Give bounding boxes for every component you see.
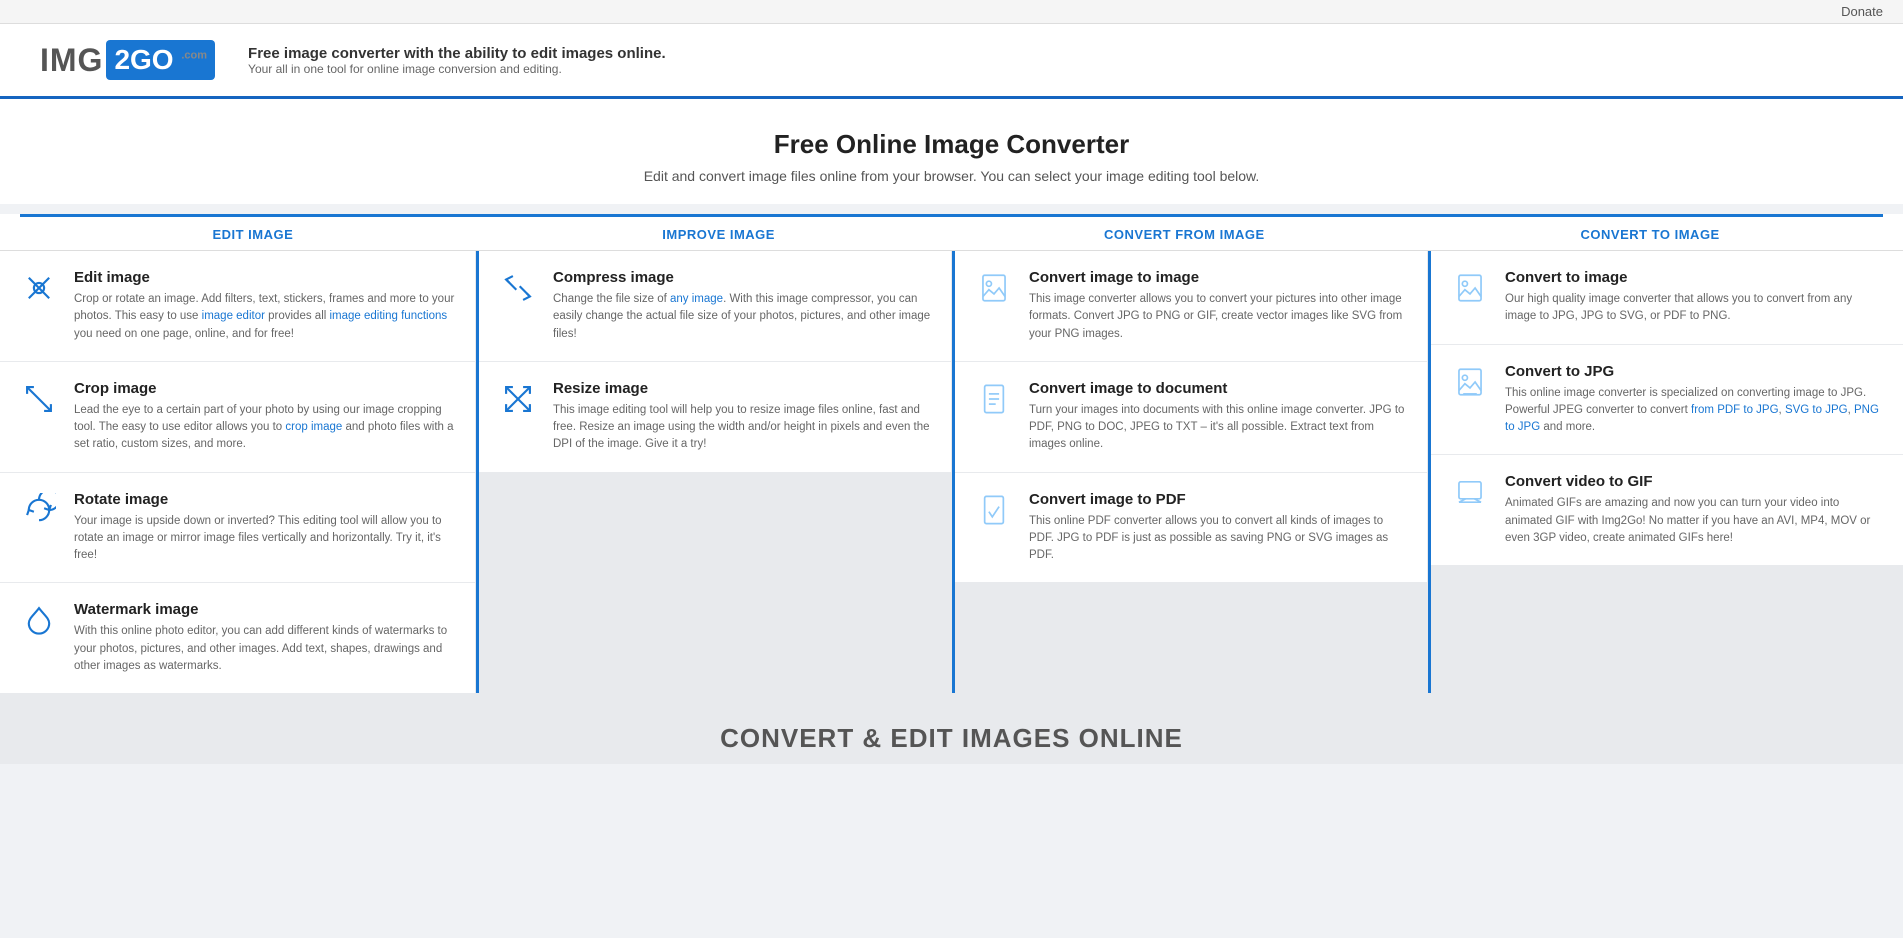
convert-image-icon — [975, 269, 1013, 307]
watermark-image-content: Watermark image With this online photo e… — [74, 601, 455, 675]
convert-image-to-image-content: Convert image to image This image conver… — [1029, 269, 1407, 343]
watermark-image-desc: With this online photo editor, you can a… — [74, 623, 455, 675]
logo-2go: 2GO .com — [106, 40, 215, 80]
rotate-image-desc: Your image is upside down or inverted? T… — [74, 513, 455, 565]
edit-image-title: Edit image — [74, 269, 455, 286]
convert-image-to-pdf-card[interactable]: Convert image to PDF This online PDF con… — [955, 473, 1427, 583]
header-sub-tagline: Your all in one tool for online image co… — [248, 62, 666, 76]
convert-image-to-pdf-title: Convert image to PDF — [1029, 491, 1407, 508]
edit-image-desc: Crop or rotate an image. Add filters, te… — [74, 291, 455, 343]
logo-com: .com — [181, 50, 207, 62]
convert-to-image-content: Convert to image Our high quality image … — [1505, 269, 1883, 326]
crop-image-desc: Lead the eye to a certain part of your p… — [74, 402, 455, 454]
crop-icon — [20, 380, 58, 418]
convert-to-jpg-desc: This online image converter is specializ… — [1505, 385, 1883, 437]
hero-title: Free Online Image Converter — [20, 129, 1883, 160]
rotate-image-title: Rotate image — [74, 491, 455, 508]
header-main-tagline: Free image converter with the ability to… — [248, 45, 666, 62]
header-tagline: Free image converter with the ability to… — [248, 45, 666, 76]
convert-image-to-image-card[interactable]: Convert image to image This image conver… — [955, 251, 1427, 361]
edit-image-card[interactable]: Edit image Crop or rotate an image. Add … — [0, 251, 475, 361]
convert-pdf-icon — [975, 491, 1013, 529]
top-bar: Donate — [0, 0, 1903, 24]
convert-to-jpg-title: Convert to JPG — [1505, 363, 1883, 380]
header: IMG 2GO .com Free image converter with t… — [0, 24, 1903, 99]
edit-image-content: Edit image Crop or rotate an image. Add … — [74, 269, 455, 343]
convert-image-to-doc-title: Convert image to document — [1029, 380, 1407, 397]
convert-image-to-image-desc: This image converter allows you to conve… — [1029, 291, 1407, 343]
convert-video-to-gif-content: Convert video to GIF Animated GIFs are a… — [1505, 473, 1883, 547]
convert-image-to-pdf-desc: This online PDF converter allows you to … — [1029, 513, 1407, 565]
col-header-convert-from: CONVERT FROM IMAGE — [952, 214, 1418, 250]
to-image-icon — [1451, 269, 1489, 307]
convert-image-to-doc-desc: Turn your images into documents with thi… — [1029, 402, 1407, 454]
compress-icon — [499, 269, 537, 307]
convert-to-image-desc: Our high quality image converter that al… — [1505, 291, 1883, 326]
col-header-convert-to: CONVERT TO IMAGE — [1417, 214, 1883, 250]
col-header-improve: IMPROVE IMAGE — [486, 214, 952, 250]
donate-link[interactable]: Donate — [1841, 4, 1883, 19]
compress-image-card[interactable]: Compress image Change the file size of a… — [479, 251, 951, 361]
to-gif-icon — [1451, 473, 1489, 511]
convert-video-to-gif-title: Convert video to GIF — [1505, 473, 1883, 490]
col-header-edit: EDIT IMAGE — [20, 214, 486, 250]
watermark-image-card[interactable]: Watermark image With this online photo e… — [0, 583, 475, 693]
resize-image-desc: This image editing tool will help you to… — [553, 402, 931, 454]
compress-image-title: Compress image — [553, 269, 931, 286]
footer-title: CONVERT & EDIT IMAGES ONLINE — [20, 723, 1883, 754]
footer-section: CONVERT & EDIT IMAGES ONLINE — [0, 693, 1903, 764]
convert-video-to-gif-card[interactable]: Convert video to GIF Animated GIFs are a… — [1431, 455, 1903, 565]
resize-image-title: Resize image — [553, 380, 931, 397]
to-jpg-icon — [1451, 363, 1489, 401]
rotate-icon — [20, 491, 58, 529]
convert-image-to-pdf-content: Convert image to PDF This online PDF con… — [1029, 491, 1407, 565]
convert-image-to-doc-card[interactable]: Convert image to document Turn your imag… — [955, 362, 1427, 472]
main-grid: Edit image Crop or rotate an image. Add … — [0, 250, 1903, 693]
convert-image-to-image-title: Convert image to image — [1029, 269, 1407, 286]
watermark-icon — [20, 601, 58, 639]
compress-image-desc: Change the file size of any image. With … — [553, 291, 931, 343]
column-headers: EDIT IMAGE IMPROVE IMAGE CONVERT FROM IM… — [0, 214, 1903, 250]
convert-to-jpg-card[interactable]: Convert to JPG This online image convert… — [1431, 345, 1903, 455]
crop-image-title: Crop image — [74, 380, 455, 397]
crop-image-card[interactable]: Crop image Lead the eye to a certain par… — [0, 362, 475, 472]
logo[interactable]: IMG 2GO .com — [40, 40, 218, 80]
edit-icon — [20, 269, 58, 307]
resize-icon — [499, 380, 537, 418]
convert-video-to-gif-desc: Animated GIFs are amazing and now you ca… — [1505, 495, 1883, 547]
crop-image-content: Crop image Lead the eye to a certain par… — [74, 380, 455, 454]
hero-section: Free Online Image Converter Edit and con… — [0, 99, 1903, 204]
convert-from-column: Convert image to image This image conver… — [952, 251, 1427, 693]
convert-to-image-title: Convert to image — [1505, 269, 1883, 286]
convert-to-column: Convert to image Our high quality image … — [1428, 251, 1903, 693]
edit-image-column: Edit image Crop or rotate an image. Add … — [0, 251, 475, 693]
resize-image-content: Resize image This image editing tool wil… — [553, 380, 931, 454]
logo-img-text: IMG — [40, 42, 103, 79]
hero-subtitle: Edit and convert image files online from… — [20, 168, 1883, 184]
convert-image-to-doc-content: Convert image to document Turn your imag… — [1029, 380, 1407, 454]
convert-to-image-card[interactable]: Convert to image Our high quality image … — [1431, 251, 1903, 344]
watermark-image-title: Watermark image — [74, 601, 455, 618]
rotate-image-card[interactable]: Rotate image Your image is upside down o… — [0, 473, 475, 583]
resize-image-card[interactable]: Resize image This image editing tool wil… — [479, 362, 951, 472]
convert-doc-icon — [975, 380, 1013, 418]
improve-image-column: Compress image Change the file size of a… — [476, 251, 951, 693]
rotate-image-content: Rotate image Your image is upside down o… — [74, 491, 455, 565]
convert-to-jpg-content: Convert to JPG This online image convert… — [1505, 363, 1883, 437]
compress-image-content: Compress image Change the file size of a… — [553, 269, 931, 343]
